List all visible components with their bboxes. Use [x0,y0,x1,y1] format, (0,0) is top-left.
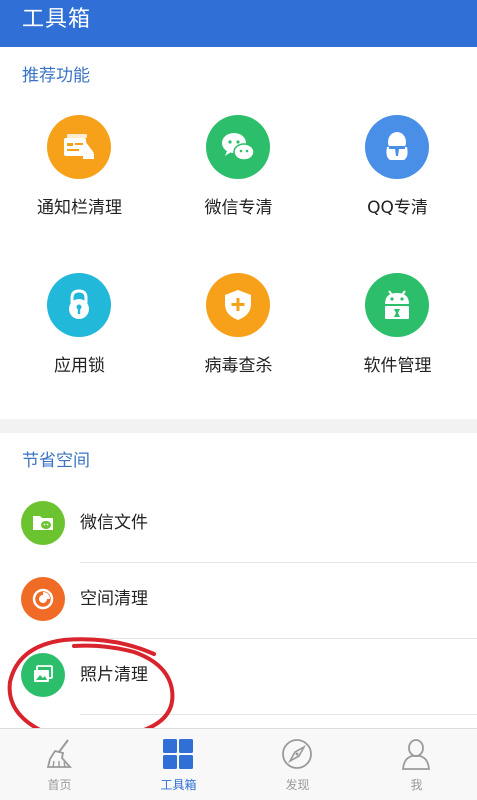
tool-label: 软件管理 [363,356,432,376]
shield-icon [206,273,270,337]
wechat-folder-icon [21,501,65,545]
tool-label: QQ专清 [367,198,428,218]
list-item-label: 照片清理 [80,665,148,685]
notification-clean-icon [47,115,111,179]
wechat-icon [206,115,270,179]
tool-wechat-clean[interactable]: 微信专清 [159,115,318,255]
tab-label: 发现 [285,778,310,792]
app-header: 工具箱 [0,0,477,47]
tool-qq-clean[interactable]: QQ专清 [318,115,477,255]
list-item-photo-clean[interactable]: 照片清理 [0,639,477,715]
tool-notification-clean[interactable]: 通知栏清理 [0,115,159,255]
list-item-space-clean[interactable]: 空间清理 [0,563,477,639]
tool-label: 微信专清 [204,198,273,218]
pie-chart-icon [21,577,65,621]
qq-icon [365,115,429,179]
tab-discover[interactable]: 发现 [238,729,357,800]
tool-label: 应用锁 [54,356,105,376]
compass-icon [282,739,312,769]
android-icon [365,273,429,337]
broom-icon [46,739,73,768]
divider [80,714,477,715]
tab-label: 首页 [47,778,72,792]
list-item-wechat-files[interactable]: 微信文件 [0,487,477,563]
bottom-tab-bar: 首页 工具箱 发现 我 [0,728,477,800]
tool-label: 病毒查杀 [204,356,273,376]
tab-home[interactable]: 首页 [0,729,119,800]
lock-icon [47,273,111,337]
tool-app-lock[interactable]: 应用锁 [0,273,159,413]
photo-icon [21,653,65,697]
page-title: 工具箱 [22,7,92,32]
section-label-recommended: 推荐功能 [22,66,90,86]
save-space-section: 节省空间 微信文件 空间清理 照片清理 [0,433,477,728]
section-label-save-space: 节省空间 [22,451,90,471]
list-item-label: 微信文件 [80,513,148,533]
tab-label: 工具箱 [160,778,197,792]
tool-virus-scan[interactable]: 病毒查杀 [159,273,318,413]
recommended-section: 推荐功能 通知栏清理 微信专清 QQ专清 应用锁 病毒查杀 软件管理 [0,47,477,419]
person-icon [402,739,430,770]
tab-label: 我 [410,778,423,792]
tab-me[interactable]: 我 [357,729,476,800]
tool-software-manager[interactable]: 软件管理 [318,273,477,413]
tab-toolbox[interactable]: 工具箱 [119,729,238,800]
tool-label: 通知栏清理 [37,198,122,218]
toolbox-grid-icon [163,739,193,769]
list-item-label: 空间清理 [80,589,148,609]
